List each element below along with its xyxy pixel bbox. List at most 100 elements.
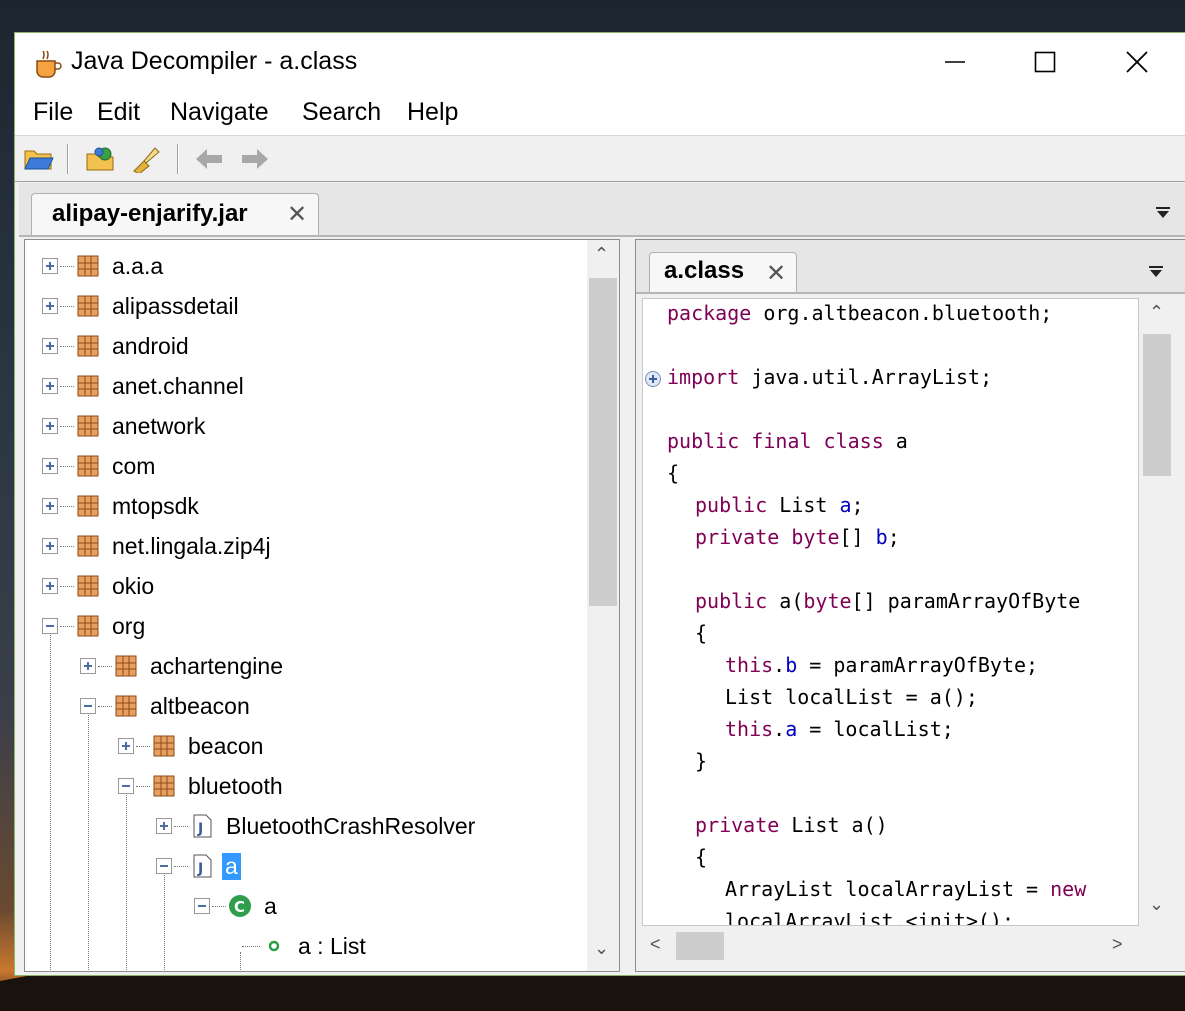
scroll-thumb[interactable] xyxy=(1143,334,1171,476)
expand-icon[interactable] xyxy=(42,418,58,434)
tree-item[interactable]: alipassdetail xyxy=(42,286,239,326)
expand-icon[interactable] xyxy=(42,498,58,514)
menu-help[interactable]: Help xyxy=(407,98,458,127)
tree-vertical-scrollbar[interactable]: ⌃ ⌄ xyxy=(587,240,619,971)
scroll-up-icon[interactable]: ⌃ xyxy=(1149,302,1164,323)
tree-item[interactable]: achartengine xyxy=(80,646,283,686)
tree-guide-line xyxy=(88,712,89,971)
forward-arrow-icon xyxy=(242,149,268,169)
collapse-icon[interactable] xyxy=(156,858,172,874)
tree-item-label: a : List xyxy=(298,932,366,959)
collapse-icon[interactable] xyxy=(118,778,134,794)
scroll-down-icon[interactable]: ⌄ xyxy=(1149,894,1164,915)
tree-item[interactable]: altbeacon xyxy=(80,686,250,726)
tree-item-label: okio xyxy=(112,572,155,599)
tree-item[interactable]: anet.channel xyxy=(42,366,244,406)
code-line: this.b = paramArrayOfByte; xyxy=(725,653,1038,685)
tree-item[interactable]: org xyxy=(42,606,145,646)
expand-icon[interactable] xyxy=(42,458,58,474)
tree-item[interactable]: okio xyxy=(42,566,154,606)
code-keyword: byte xyxy=(803,589,852,613)
code-text: = paramArrayOfByte; xyxy=(797,653,1039,677)
tree-item-label: mtopsdk xyxy=(112,492,199,519)
code-line: import java.util.ArrayList; xyxy=(667,365,992,397)
scroll-thumb[interactable] xyxy=(589,278,617,606)
expand-icon[interactable] xyxy=(42,258,58,274)
menu-search[interactable]: Search xyxy=(302,98,381,127)
expand-imports-icon[interactable] xyxy=(645,371,661,387)
menu-navigate[interactable]: Navigate xyxy=(170,98,269,127)
tab-list-dropdown-icon[interactable] xyxy=(1148,266,1164,278)
tree-item[interactable]: mtopsdk xyxy=(42,486,199,526)
tab-alipay-jar[interactable]: alipay-enjarify.jar ✕ xyxy=(31,193,319,235)
tree-item[interactable]: com xyxy=(42,446,155,486)
code-line: { xyxy=(667,461,680,485)
java-file-icon: J xyxy=(193,814,212,838)
tree-item[interactable]: net.lingala.zip4j xyxy=(42,526,271,566)
minimize-button[interactable] xyxy=(925,39,985,85)
package-icon xyxy=(77,375,99,397)
package-icon xyxy=(77,455,99,477)
tab-close-icon[interactable]: ✕ xyxy=(766,259,786,288)
tree-item[interactable]: beacon xyxy=(118,726,263,766)
code-keyword: new xyxy=(1050,877,1087,901)
expand-icon[interactable] xyxy=(42,578,58,594)
tab-list-dropdown-icon[interactable] xyxy=(1155,207,1171,219)
collapse-icon[interactable] xyxy=(42,618,58,634)
open-type-button[interactable] xyxy=(85,144,117,174)
expand-icon[interactable] xyxy=(42,378,58,394)
code-line: private List a() xyxy=(695,813,888,845)
search-tool-button[interactable] xyxy=(130,144,162,174)
tab-a-class[interactable]: a.class ✕ xyxy=(649,252,797,292)
tab-close-icon[interactable]: ✕ xyxy=(287,200,307,229)
code-text: java.util.ArrayList; xyxy=(739,365,993,389)
tree-item-label: net.lingala.zip4j xyxy=(112,532,271,559)
expand-icon[interactable] xyxy=(156,818,172,834)
scroll-up-icon[interactable]: ⌃ xyxy=(594,244,609,265)
tree-item-label: bluetooth xyxy=(188,772,283,799)
scroll-down-icon[interactable]: ⌄ xyxy=(594,938,609,959)
open-file-button[interactable] xyxy=(23,144,55,174)
toolbar-separator xyxy=(177,144,179,174)
collapse-icon[interactable] xyxy=(80,698,96,714)
expand-icon[interactable] xyxy=(42,298,58,314)
tree-item[interactable]: anetwork xyxy=(42,406,205,446)
maximize-button[interactable] xyxy=(1015,39,1075,85)
menu-file[interactable]: File xyxy=(33,98,73,127)
scroll-thumb[interactable] xyxy=(676,932,724,960)
code-line: localArrayList.<init>(); xyxy=(725,909,1014,926)
expand-icon[interactable] xyxy=(42,338,58,354)
expand-icon[interactable] xyxy=(42,538,58,554)
code-line: } xyxy=(695,749,708,773)
tree-item[interactable]: J BluetoothCrashResolver xyxy=(156,806,475,846)
code-view[interactable]: package org.altbeacon.bluetooth; import … xyxy=(642,298,1139,926)
forward-button[interactable] xyxy=(239,144,271,174)
back-button[interactable] xyxy=(193,144,225,174)
app-window: Java Decompiler - a.class File Edit Navi… xyxy=(14,32,1185,976)
close-button[interactable] xyxy=(1107,39,1167,85)
code-line: { xyxy=(695,621,708,645)
code-keyword: this xyxy=(725,653,774,677)
jar-tab-strip: alipay-enjarify.jar ✕ xyxy=(19,183,1185,237)
code-field: b xyxy=(785,653,798,677)
expand-icon[interactable] xyxy=(118,738,134,754)
code-text: a xyxy=(883,429,908,453)
scroll-right-icon[interactable]: > xyxy=(1112,934,1123,955)
code-keyword: byte xyxy=(791,525,840,549)
code-horizontal-scrollbar[interactable]: < > xyxy=(642,928,1175,964)
expand-icon[interactable] xyxy=(80,658,96,674)
tree-item[interactable]: C a xyxy=(194,886,277,926)
toolbar-separator xyxy=(67,144,69,174)
collapse-icon[interactable] xyxy=(194,898,210,914)
tree-item[interactable]: bluetooth xyxy=(118,766,283,806)
scroll-left-icon[interactable]: < xyxy=(650,934,661,955)
package-icon xyxy=(77,535,99,557)
tree-item[interactable]: J a xyxy=(156,846,241,886)
menu-edit[interactable]: Edit xyxy=(97,98,140,127)
tree-item[interactable]: a : List xyxy=(240,926,366,966)
tree-guide-line xyxy=(50,632,51,971)
code-vertical-scrollbar[interactable]: ⌃ ⌄ xyxy=(1139,298,1175,926)
coffee-cup-icon xyxy=(36,50,62,78)
tree-item[interactable]: a.a.a xyxy=(42,246,163,286)
tree-item[interactable]: android xyxy=(42,326,189,366)
